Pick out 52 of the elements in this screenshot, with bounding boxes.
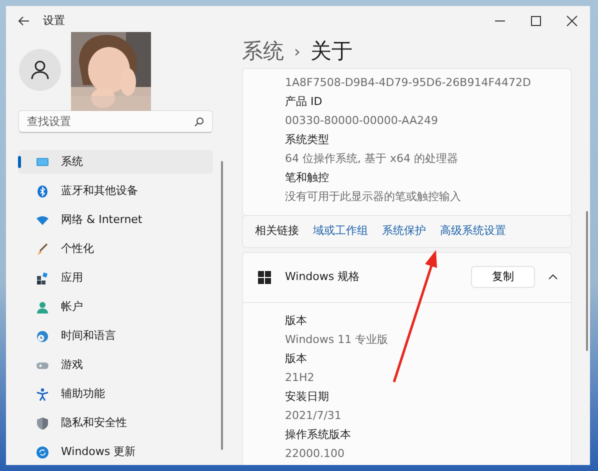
accessibility-icon <box>36 388 49 400</box>
sidebar-item[interactable]: 隐私和安全性 <box>18 411 213 435</box>
spec-label: 系统类型 <box>285 132 330 148</box>
spec-value: Windows 11 专业版 <box>285 332 390 348</box>
spec-value: 没有可用于此显示器的笔或触控输入 <box>285 188 462 204</box>
back-icon[interactable] <box>18 16 29 26</box>
breadcrumb-separator: › <box>294 40 300 63</box>
spec-value: 21H2 <box>285 370 316 386</box>
section-title: Windows 规格 <box>285 268 360 285</box>
sidebar-item[interactable]: 应用 <box>18 266 213 290</box>
globe-clock-icon <box>36 330 49 342</box>
spec-label: 版本 <box>285 350 308 366</box>
spec-label: 版本 <box>285 312 308 328</box>
sidebar-item[interactable]: Windows 更新 <box>18 440 213 464</box>
apps-icon <box>36 272 49 284</box>
spec-label: 安装日期 <box>285 388 330 404</box>
spec-label: 笔和触控 <box>285 170 330 186</box>
user-icon <box>31 60 49 80</box>
search-field[interactable]: 查找设置 <box>18 110 213 133</box>
sidebar-item[interactable]: 游戏 <box>18 353 213 377</box>
breadcrumb-link[interactable]: 系统 <box>242 36 284 68</box>
avatar[interactable] <box>19 49 61 91</box>
bluetooth-icon <box>36 184 49 198</box>
section-label: 相关链接 <box>255 222 299 239</box>
sidebar-item[interactable]: 时间和语言 <box>18 324 213 348</box>
search-icon <box>194 117 204 127</box>
sidebar-item[interactable]: 网络 & Internet <box>18 208 213 232</box>
wifi-icon <box>36 214 49 226</box>
sidebar-item[interactable]: 蓝牙和其他设备 <box>18 179 213 203</box>
shield-icon <box>36 416 49 430</box>
spec-value: 2021/7/31 <box>285 408 342 424</box>
spec-value: 1A8F7508-D9B4-4D79-95D6-26B914F4472D <box>285 74 532 90</box>
copy-button[interactable]: 复制 <box>471 266 535 288</box>
spec-label: 操作系统版本 <box>285 426 352 442</box>
monitor-icon <box>36 156 49 168</box>
person-icon <box>36 300 49 314</box>
link[interactable]: 系统保护 <box>382 222 426 240</box>
link[interactable]: 高级系统设置 <box>440 222 506 240</box>
spec-value: 00330-80000-00000-AA249 <box>285 112 439 128</box>
sidebar-item[interactable]: 帐户 <box>18 295 213 319</box>
window-title: 设置 <box>43 12 65 29</box>
brush-icon <box>36 242 49 256</box>
link[interactable]: 域或工作组 <box>313 222 368 240</box>
refresh-icon <box>36 446 49 458</box>
spec-value: 64 位操作系统, 基于 x64 的处理器 <box>285 150 459 166</box>
windows-logo-icon <box>258 270 271 284</box>
sidebar-item[interactable]: 系统 <box>18 150 213 174</box>
sidebar-item[interactable]: 辅助功能 <box>18 382 213 406</box>
page-title: 关于 <box>310 38 352 65</box>
spec-value: 22000.100 <box>285 446 346 462</box>
sidebar-item[interactable]: 个性化 <box>18 237 213 261</box>
spec-label: 产品 ID <box>285 94 324 110</box>
